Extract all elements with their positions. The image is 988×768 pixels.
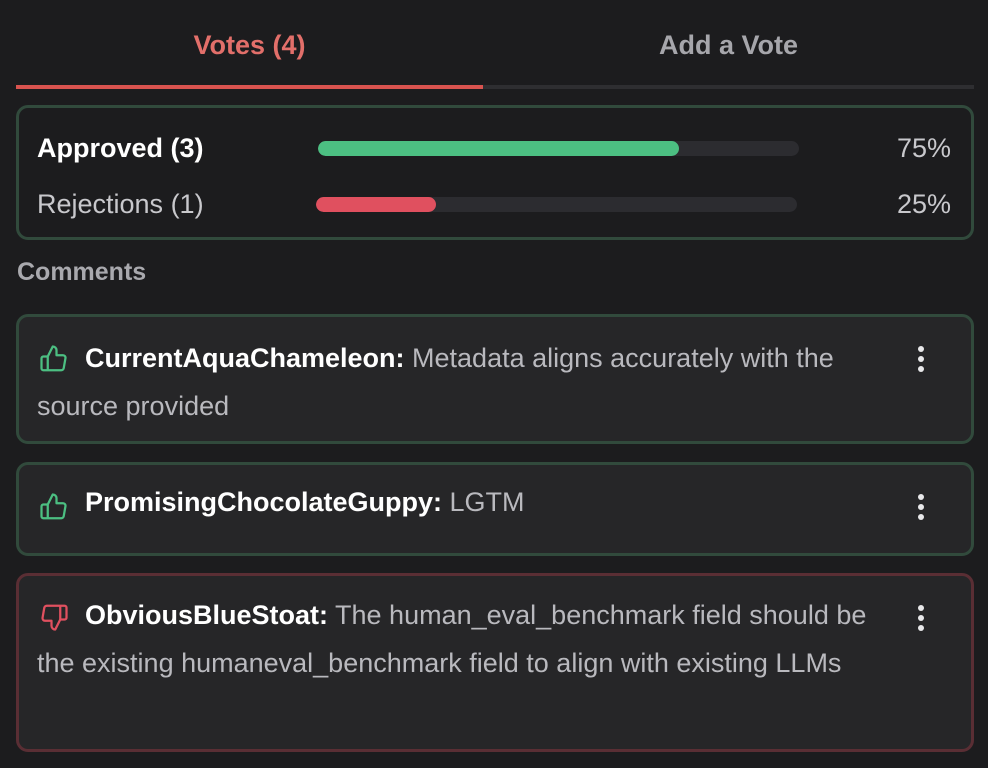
comment-body: CurrentAquaChameleon: Metadata aligns ac… xyxy=(37,334,871,430)
comment-message: LGTM xyxy=(442,487,525,517)
comment-card: PromisingChocolateGuppy: LGTM xyxy=(16,462,974,556)
rejected-row: Rejections (1) 25% xyxy=(19,184,971,224)
comment-body: ObviousBlueStoat: The human_eval_benchma… xyxy=(37,591,871,687)
approved-row: Approved (3) 75% xyxy=(19,128,971,168)
comments-heading: Comments xyxy=(17,258,147,286)
rejected-progress-fill xyxy=(316,197,437,212)
comment-card: CurrentAquaChameleon: Metadata aligns ac… xyxy=(16,314,974,444)
comment-more-menu-icon[interactable] xyxy=(909,489,933,525)
comment-more-menu-icon[interactable] xyxy=(909,341,933,377)
rejected-progress-track xyxy=(316,197,797,212)
vote-tabs: Votes (4) Add a Vote xyxy=(16,0,974,89)
comment-author: CurrentAquaChameleon: xyxy=(85,343,405,373)
approved-progress-fill xyxy=(318,141,679,156)
comment-author: ObviousBlueStoat: xyxy=(85,600,329,630)
approved-progress-track xyxy=(318,141,799,156)
rejected-label: Rejections (1) xyxy=(37,189,204,219)
comment-body: PromisingChocolateGuppy: LGTM xyxy=(37,478,871,526)
tab-votes[interactable]: Votes (4) xyxy=(16,0,483,89)
vote-summary: Approved (3) 75% Rejections (1) 25% xyxy=(16,105,974,240)
comment-author: PromisingChocolateGuppy: xyxy=(85,487,443,517)
approved-label: Approved (3) xyxy=(37,133,204,163)
rejected-percent: 25% xyxy=(896,189,951,219)
approved-percent: 75% xyxy=(896,133,951,163)
comment-card: ObviousBlueStoat: The human_eval_benchma… xyxy=(16,573,974,752)
tab-add-vote[interactable]: Add a Vote xyxy=(483,0,974,89)
comment-more-menu-icon[interactable] xyxy=(909,600,933,636)
